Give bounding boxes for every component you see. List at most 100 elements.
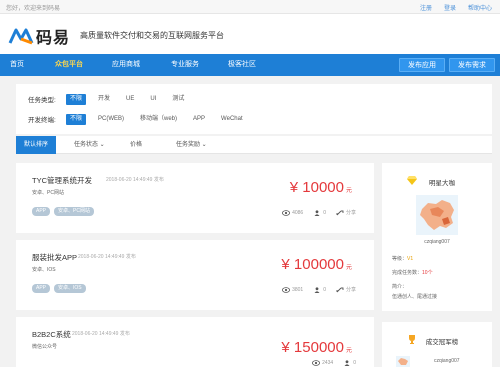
bids-stat: 0 [343, 360, 356, 366]
task-tag: APP [32, 284, 51, 293]
task-date: 2018-06-20 14:49:49 发布 [78, 254, 136, 260]
rank-avatar[interactable] [396, 356, 410, 367]
task-type-ue[interactable]: UE [122, 94, 138, 105]
views-count: 4086 [292, 209, 304, 216]
level-value: V1 [407, 256, 414, 262]
views-stat: 3801 [282, 287, 303, 293]
views-count: 3801 [292, 286, 304, 293]
task-title[interactable]: TYC管理系统开发 [32, 175, 92, 186]
bids-stat: 0 [313, 287, 326, 293]
site-header: 码易 高质量软件交付和交易的互联网服务平台 [0, 14, 500, 54]
task-stats: 3801 0 分享 [282, 286, 356, 293]
task-tag: APP [32, 207, 51, 216]
profile-label: 简介： [392, 284, 408, 290]
bids-count: 0 [323, 286, 326, 293]
task-card[interactable]: B2B2C系统 2018-06-20 14:49:49 发布 微信公众号 ¥ 1… [16, 317, 374, 367]
top-links: 注册 登录 帮助中心 [420, 3, 492, 12]
bids-count: 0 [353, 360, 356, 366]
eye-icon [282, 286, 291, 293]
platform-any[interactable]: 不限 [66, 113, 87, 125]
sort-bar: 默认排序 任务状态 ⌄ 价格 任务奖励 ⌄ [16, 136, 492, 154]
task-card[interactable]: 服装批发APP 2018-06-20 14:49:49 发布 安卓、IOS ¥ … [16, 240, 374, 310]
register-link[interactable]: 注册 [420, 3, 432, 12]
task-platform: 微信公众号 [32, 344, 58, 350]
task-type-dev[interactable]: 开发 [94, 94, 114, 105]
share-stat[interactable]: 分享 [336, 209, 356, 216]
platform-wechat[interactable]: WeChat [217, 114, 247, 125]
main-nav: 首页 众包平台 应用商城 专业服务 极客社区 发布应用 发布需求 [0, 54, 500, 76]
welcome-text: 您好，欢迎来到码易 [6, 6, 61, 12]
task-date: 2018-06-20 14:49:49 发布 [72, 331, 130, 337]
sort-default[interactable]: 默认排序 [16, 136, 56, 154]
task-card[interactable]: TYC管理系统开发 2018-06-20 14:49:49 发布 安卓、PC网站… [16, 163, 374, 233]
task-stats: 4086 0 分享 [282, 209, 356, 216]
star-panel-title: 明星大咖 [429, 180, 455, 187]
price-unit: 元 [345, 188, 352, 194]
task-title[interactable]: B2B2C系统 [32, 329, 71, 340]
logo-text: 码易 [36, 30, 71, 47]
user-icon [314, 209, 320, 216]
nav-crowdsourcing[interactable]: 众包平台 [55, 54, 83, 76]
share-label[interactable]: 分享 [346, 209, 356, 216]
platform-label: 开发终端: [28, 117, 56, 124]
task-price: ¥ 100000 元 [281, 256, 352, 273]
link-icon [336, 210, 344, 215]
task-price: ¥ 10000 元 [290, 179, 352, 196]
slogan: 高质量软件交付和交易的互联网服务平台 [80, 31, 224, 40]
sort-price[interactable]: 价格 [130, 136, 142, 154]
task-stats: 2434 0 [312, 360, 356, 366]
price-value: ¥ 150000 [281, 339, 344, 356]
task-type-label: 任务类型: [28, 97, 56, 104]
help-center-link[interactable]: 帮助中心 [468, 3, 492, 12]
platform-pc-web[interactable]: PC(WEB) [94, 114, 128, 125]
platform-row: 开发终端: 不限 PC(WEB) 移动端（web) APP WeChat [16, 112, 247, 126]
rank-panel-title: 成交冠军榜 [425, 339, 459, 346]
task-type-any[interactable]: 不限 [66, 93, 87, 105]
price-value: ¥ 10000 [289, 179, 344, 196]
level-label: 等级： [392, 256, 408, 262]
nav-home[interactable]: 首页 [10, 54, 24, 76]
task-price: ¥ 150000 元 [281, 339, 352, 356]
publish-demand-button[interactable]: 发布需求 [449, 58, 495, 72]
share-stat[interactable]: 分享 [336, 286, 356, 293]
logo[interactable]: 码易 [8, 24, 70, 48]
task-type-test[interactable]: 测试 [168, 94, 188, 105]
eye-icon [282, 209, 291, 216]
task-tag: 安卓、IOS [54, 284, 86, 293]
avatar[interactable] [416, 195, 458, 235]
price-unit: 元 [345, 348, 352, 354]
login-link[interactable]: 登录 [444, 3, 456, 12]
platform-app[interactable]: APP [189, 114, 209, 125]
task-tag: 安卓、PC网站 [54, 207, 94, 216]
star-panel: 明星大咖 czqiang007 等级：V1 完成任务数：10个 简介： 伍通创人… [382, 163, 492, 311]
user-icon [314, 286, 320, 293]
logo-icon [8, 28, 34, 45]
task-platform: 安卓、PC网站 [32, 190, 64, 196]
user-icon [344, 360, 350, 366]
sort-task-status[interactable]: 任务状态 ⌄ [74, 136, 105, 154]
publish-app-button[interactable]: 发布应用 [399, 58, 445, 72]
task-tags: APP 安卓、IOS [32, 284, 86, 293]
level-row: 等级：V1 [392, 255, 413, 262]
nav-app-store[interactable]: 应用商城 [112, 54, 140, 76]
nav-pro-services[interactable]: 专业服务 [171, 54, 199, 76]
platform-mobile-web[interactable]: 移动端（web) [136, 114, 181, 125]
star-username[interactable]: czqiang007 [382, 239, 492, 245]
task-type-ui[interactable]: UI [146, 94, 160, 105]
task-title[interactable]: 服装批发APP [32, 252, 77, 263]
nav-geek-community[interactable]: 极客社区 [228, 54, 256, 76]
task-date: 2018-06-20 14:49:49 发布 [106, 177, 164, 183]
profile-text: 伍通创人、尾通过接 [392, 294, 438, 300]
task-platform: 安卓、IOS [32, 267, 56, 273]
share-label[interactable]: 分享 [346, 286, 356, 293]
price-unit: 元 [345, 265, 352, 271]
top-bar: 您好，欢迎来到码易 注册 登录 帮助中心 [0, 0, 500, 14]
tasks-row: 完成任务数：10个 [392, 269, 433, 276]
sort-task-reward[interactable]: 任务奖励 ⌄ [176, 136, 207, 154]
eye-icon [312, 360, 321, 366]
link-icon [336, 287, 344, 292]
views-stat: 4086 [282, 210, 303, 216]
rank-username[interactable]: czqiang007 [434, 358, 460, 364]
tasks-value: 10个 [422, 270, 433, 276]
task-type-row: 任务类型: 不限 开发 UE UI 测试 [16, 92, 188, 106]
